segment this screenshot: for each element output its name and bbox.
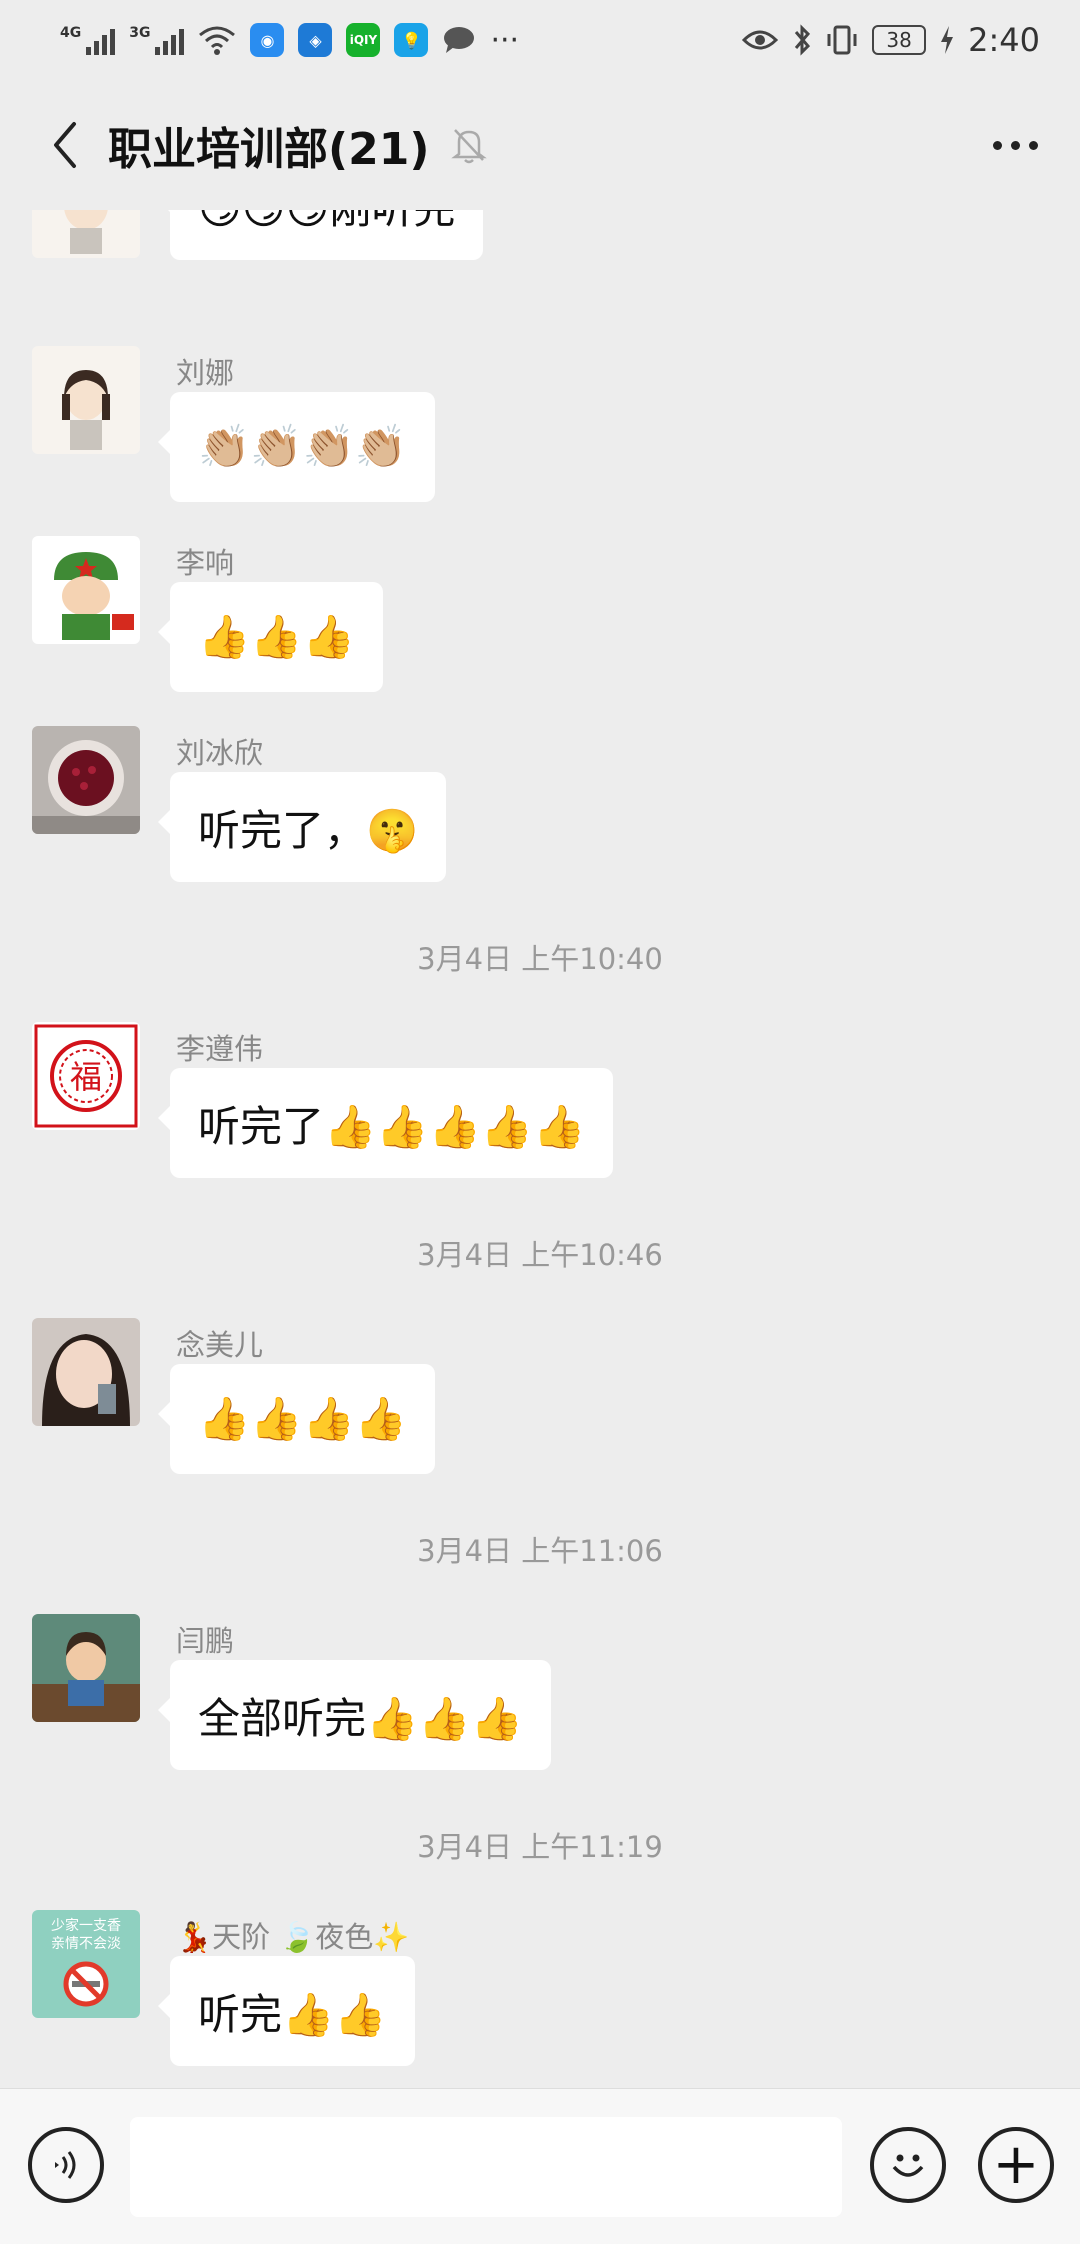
status-bar-left: 4G 3G ◉ ◈ iQIY 💡 ··· xyxy=(60,23,519,58)
message-text: 听完了，🤫 xyxy=(198,805,419,855)
iqiyi-icon: iQIY xyxy=(346,23,381,57)
message-bubble[interactable]: 👍👍👍 xyxy=(158,582,383,692)
app-icon: ◈ xyxy=(298,23,333,57)
sender-name: 刘冰欣 xyxy=(176,736,264,770)
avatar[interactable]: 少家一支香 亲情不会淡 xyxy=(32,1910,140,2018)
message-bubble[interactable]: 全部听完👍👍👍 xyxy=(158,1660,551,1770)
timestamp: 3月4日 上午10:46 xyxy=(417,1238,663,1272)
avatar[interactable] xyxy=(32,210,140,258)
message-text: 全部听完👍👍👍 xyxy=(198,1693,523,1743)
sender-name: 闫鹏 xyxy=(176,1624,235,1658)
mute-bell-icon xyxy=(451,129,488,164)
message-bubble[interactable]: 👍👍👍👍 xyxy=(157,1364,436,1474)
message-bubble[interactable]: 😏😏😏刚听完 xyxy=(157,210,484,260)
poster-text-2: 亲情不会淡 xyxy=(51,1936,121,1952)
cartoon-girl-avatar-icon xyxy=(32,346,140,454)
timestamp: 3月4日 上午11:19 xyxy=(417,1830,663,1864)
network-type-label: 4G xyxy=(60,25,82,41)
message-text: 👍👍👍 xyxy=(198,612,355,661)
avatar[interactable] xyxy=(32,1614,140,1722)
back-button[interactable] xyxy=(30,110,100,180)
clock: 2:40 xyxy=(968,21,1040,59)
battery-level: 38 xyxy=(886,28,912,52)
soldier-cartoon-avatar-icon xyxy=(32,536,140,644)
emoji-icon xyxy=(892,2154,924,2177)
network-type-label-2: 3G xyxy=(129,25,151,41)
avatar[interactable]: 福 xyxy=(32,1022,140,1130)
timestamp: 3月4日 上午11:06 xyxy=(417,1534,663,1568)
emoji-button[interactable] xyxy=(870,2127,946,2203)
input-bar: + xyxy=(0,2088,1080,2244)
message-bubble[interactable]: 听完了，🤫 xyxy=(157,772,447,882)
avatar[interactable] xyxy=(32,1318,140,1426)
wifi-icon xyxy=(199,26,236,55)
sender-name: 💃天阶 🍃夜色✨ xyxy=(176,1920,410,1954)
voice-button[interactable] xyxy=(28,2127,104,2203)
back-arrow-icon xyxy=(54,122,76,168)
timestamp: 3月4日 上午10:40 xyxy=(417,942,663,976)
mute-indicator xyxy=(449,125,489,165)
poster-text-1: 少家一支香 xyxy=(51,1917,121,1934)
browser-icon: ◉ xyxy=(250,23,285,57)
avatar[interactable] xyxy=(32,346,140,454)
signal-3g-icon: 3G xyxy=(129,25,185,55)
lightbulb-icon: 💡 xyxy=(394,23,429,57)
status-bar: 4G 3G ◉ ◈ iQIY 💡 ··· 38 2:40 xyxy=(0,0,1080,80)
message-bubble[interactable]: 听完👍👍 xyxy=(158,1956,415,2066)
chat-icon xyxy=(444,27,475,53)
bluetooth-icon xyxy=(795,24,811,56)
message-bubble[interactable]: 👏🏼👏🏼👏🏼👏🏼 xyxy=(157,392,436,502)
avatar[interactable] xyxy=(32,536,140,644)
sender-name: 刘娜 xyxy=(176,356,235,390)
battery-icon: 38 xyxy=(872,25,927,55)
boy-cartoon-avatar-icon xyxy=(32,1614,140,1722)
sender-name: 李遵伟 xyxy=(176,1032,264,1066)
signal-4g-icon: 4G xyxy=(60,25,116,55)
status-bar-right: 38 2:40 xyxy=(742,21,1040,59)
charging-icon xyxy=(941,26,954,54)
no-smoking-poster-avatar-icon: 少家一支香 亲情不会淡 xyxy=(32,1910,140,2018)
message-input[interactable] xyxy=(130,2117,842,2217)
message-bubble[interactable]: 听完了👍👍👍👍👍 xyxy=(157,1068,614,1178)
message-text: 👍👍👍👍 xyxy=(198,1394,408,1443)
more-notifications-icon: ··· xyxy=(490,22,520,58)
sender-name: 念美儿 xyxy=(176,1328,264,1362)
sender-name: 李响 xyxy=(176,546,235,580)
chat-header: 职业培训部(21) xyxy=(0,80,1080,210)
cartoon-girl-avatar-icon xyxy=(32,210,140,258)
message-list[interactable]: 😏😏😏刚听完 刘娜 👏🏼👏🏼👏🏼👏🏼 xyxy=(0,210,1080,2088)
cake-photo-avatar-icon xyxy=(32,726,140,834)
more-dots-icon[interactable] xyxy=(980,110,1050,180)
message-text: 听完了👍👍👍👍👍 xyxy=(198,1101,586,1151)
message-text: 听完👍👍 xyxy=(198,1989,387,2039)
plus-button[interactable]: + xyxy=(978,2127,1054,2203)
message-text: 😏😏😏刚听完 xyxy=(198,210,455,236)
fu-character-avatar-icon: 福 xyxy=(32,1022,140,1130)
eye-icon xyxy=(742,30,779,50)
voice-icon xyxy=(55,2151,76,2179)
plus-icon: + xyxy=(992,2132,1040,2197)
vibrate-icon xyxy=(827,25,857,55)
fu-character: 福 xyxy=(70,1058,102,1096)
message-text: 👏🏼👏🏼👏🏼👏🏼 xyxy=(198,422,408,471)
chat-title: 职业培训部(21) xyxy=(108,124,430,175)
avatar[interactable] xyxy=(32,726,140,834)
woman-photo-avatar-icon xyxy=(32,1318,140,1426)
